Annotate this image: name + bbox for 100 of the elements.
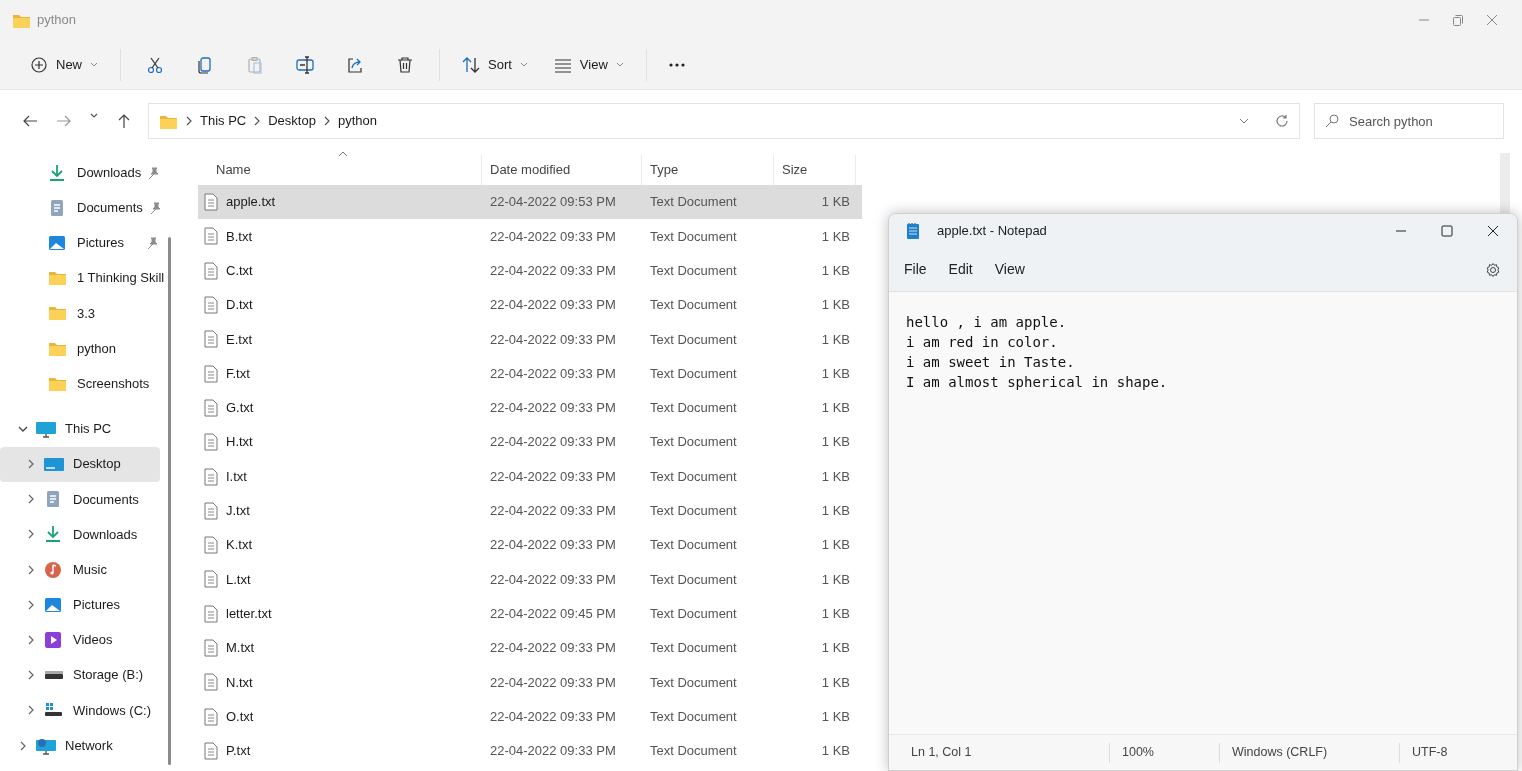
menu-item[interactable]: Edit <box>939 255 982 284</box>
sidebar-item[interactable]: Windows (C:) <box>0 692 160 728</box>
breadcrumb[interactable]: python <box>337 111 377 131</box>
breadcrumb[interactable]: This PC <box>200 111 247 131</box>
breadcrumb[interactable]: Desktop <box>268 111 316 131</box>
sidebar-item[interactable]: Documents <box>0 481 160 517</box>
file-name: F.txt <box>226 364 250 383</box>
restore-icon[interactable] <box>1452 14 1464 26</box>
sidebar-item[interactable]: Videos <box>0 622 160 658</box>
type-cell: Text Document <box>650 194 737 210</box>
file-row[interactable]: P.txt 22-04-2022 09:33 PM Text Document 1 KB <box>198 733 862 769</box>
file-row[interactable]: apple.txt 22-04-2022 09:53 PM Text Document 1 KB <box>198 185 862 220</box>
file-name: E.txt <box>226 330 252 349</box>
file-row[interactable]: G.txt 22-04-2022 09:33 PM Text Document 1 KB <box>198 390 862 426</box>
status-text: 100% <box>1122 744 1154 762</box>
date-cell: 22-04-2022 09:33 PM <box>490 537 616 553</box>
file-row[interactable]: H.txt 22-04-2022 09:33 PM Text Document 1 KB <box>198 425 862 460</box>
file-row[interactable]: letter.txt 22-04-2022 09:45 PM Text Document 1 KB <box>198 596 862 631</box>
type-cell: Text Document <box>650 228 737 244</box>
type-cell: Text Document <box>650 537 737 553</box>
text-file-icon <box>204 364 218 383</box>
close-icon[interactable] <box>1487 225 1499 237</box>
file-row[interactable]: K.txt 22-04-2022 09:33 PM Text Document 1 KB <box>198 527 862 563</box>
window-title: python <box>37 11 77 30</box>
file-row[interactable]: E.txt 22-04-2022 09:33 PM Text Document 1 KB <box>198 322 862 357</box>
up-icon[interactable] <box>116 113 132 129</box>
chevron-right-icon[interactable] <box>27 494 35 505</box>
refresh-icon[interactable] <box>1275 114 1289 128</box>
scrollbar-thumb[interactable] <box>168 237 171 765</box>
text-file-icon <box>204 639 218 657</box>
chevron-right-icon[interactable] <box>27 564 35 575</box>
sidebar-item[interactable]: Desktop <box>0 446 160 482</box>
chevron-down-icon[interactable] <box>18 424 28 433</box>
file-row[interactable]: D.txt 22-04-2022 09:33 PM Text Document 1 KB <box>198 287 862 323</box>
file-row[interactable]: M.txt 22-04-2022 09:33 PM Text Document 1 KB <box>198 630 862 666</box>
sidebar-item[interactable]: 3.3 <box>0 295 160 331</box>
sidebar-item[interactable]: Screenshots <box>0 366 160 402</box>
sidebar-item[interactable]: Network <box>0 728 160 764</box>
type-cell: Text Document <box>650 605 737 621</box>
maximize-icon[interactable] <box>1441 225 1453 237</box>
sidebar-item[interactable]: Downloads <box>0 155 160 191</box>
file-row[interactable]: I.txt 22-04-2022 09:33 PM Text Document 1 KB <box>198 459 862 494</box>
text-file-icon <box>204 741 218 760</box>
new-button[interactable]: New <box>20 48 108 81</box>
sidebar-item[interactable]: Documents <box>0 190 160 226</box>
forward-icon[interactable] <box>56 113 72 129</box>
chevron-right-icon[interactable] <box>27 529 35 540</box>
copy-icon[interactable] <box>196 55 214 74</box>
file-row[interactable]: B.txt 22-04-2022 09:33 PM Text Document 1 KB <box>198 219 862 254</box>
sidebar-item[interactable]: Pictures <box>0 587 160 623</box>
size-cell: 1 KB <box>821 365 850 381</box>
sort-button[interactable]: Sort <box>452 48 538 81</box>
chevron-right-icon[interactable] <box>19 740 27 751</box>
sidebar-item[interactable]: Pictures <box>0 225 160 261</box>
file-name: apple.txt <box>226 193 276 212</box>
date-cell: 22-04-2022 09:33 PM <box>490 468 616 484</box>
text-line: i am sweet in Taste. <box>906 353 1076 372</box>
chevron-right-icon[interactable] <box>27 670 35 681</box>
chevron-right-icon[interactable] <box>27 635 35 646</box>
size-cell: 1 KB <box>821 228 850 244</box>
file-row[interactable]: J.txt 22-04-2022 09:33 PM Text Document 1 KB <box>198 493 862 528</box>
sidebar-item[interactable]: Music <box>0 552 160 588</box>
plus-icon <box>30 55 48 74</box>
search-field[interactable]: Search python <box>1314 103 1504 139</box>
delete-icon[interactable] <box>396 55 414 74</box>
text-area[interactable]: hello , i am apple. i am red in color. i am sweet in Taste. I am almost spherical in shape. <box>889 292 1517 734</box>
address-bar[interactable]: This PC Desktop python <box>148 103 1300 139</box>
rename-icon[interactable] <box>296 55 314 74</box>
sidebar-item[interactable]: Storage (B:) <box>0 657 160 693</box>
notepad-icon <box>907 223 919 239</box>
cut-icon[interactable] <box>146 55 164 74</box>
dropdown-caret-icon[interactable] <box>1239 117 1249 125</box>
size-cell: 1 KB <box>821 297 850 313</box>
file-row[interactable]: L.txt 22-04-2022 09:33 PM Text Document 1 KB <box>198 562 862 597</box>
size-cell: 1 KB <box>821 674 850 690</box>
chevron-right-icon[interactable] <box>27 705 35 716</box>
breadcrumb-separator-icon <box>323 116 330 126</box>
file-row[interactable]: C.txt 22-04-2022 09:33 PM Text Document 1 KB <box>198 253 862 288</box>
share-icon[interactable] <box>346 55 364 74</box>
date-cell: 22-04-2022 09:33 PM <box>490 571 616 587</box>
sidebar-item[interactable]: This PC <box>0 411 160 447</box>
chevron-right-icon[interactable] <box>27 459 35 470</box>
chevron-right-icon[interactable] <box>27 599 35 610</box>
back-icon[interactable] <box>22 113 38 129</box>
file-row[interactable]: N.txt 22-04-2022 09:33 PM Text Document 1 KB <box>198 665 862 700</box>
menu-item[interactable]: File <box>895 255 936 284</box>
type-cell: Text Document <box>650 571 737 587</box>
status-text: Windows (CRLF) <box>1232 744 1328 762</box>
sidebar-item[interactable]: Downloads <box>0 516 160 553</box>
settings-icon[interactable] <box>1485 261 1501 278</box>
sidebar-item[interactable]: python <box>0 330 160 367</box>
file-row[interactable]: O.txt 22-04-2022 09:33 PM Text Document 1 KB <box>198 699 862 734</box>
view-button[interactable]: View <box>543 48 634 81</box>
date-cell: 22-04-2022 09:33 PM <box>490 297 616 313</box>
menu-item[interactable]: View <box>985 255 1034 284</box>
file-row[interactable]: F.txt 22-04-2022 09:33 PM Text Document 1 KB <box>198 356 862 391</box>
size-cell: 1 KB <box>821 400 850 416</box>
sort-icon <box>462 55 480 74</box>
type-cell: Text Document <box>650 503 737 519</box>
text-file-icon <box>204 193 218 212</box>
